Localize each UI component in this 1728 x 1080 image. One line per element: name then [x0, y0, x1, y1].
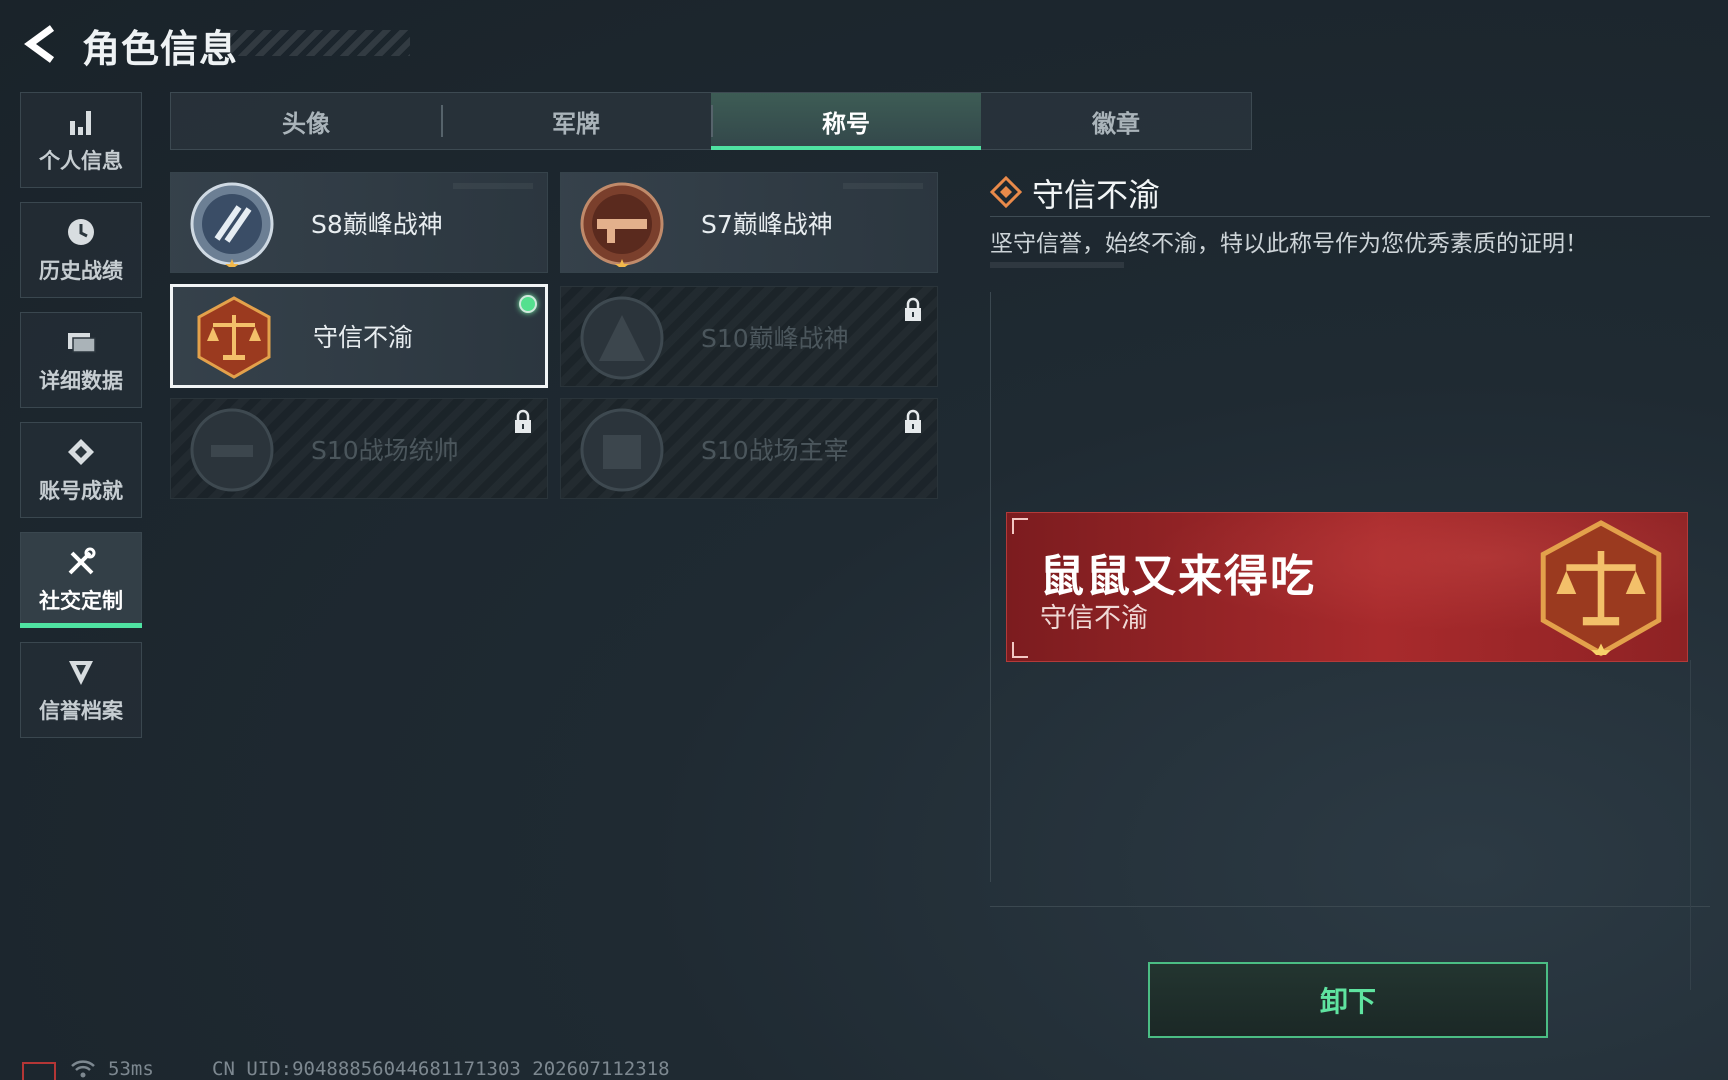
- tab-bar: 头像 军牌 称号 徽章: [170, 92, 1252, 150]
- title-card-trustworthy[interactable]: 守信不渝: [170, 284, 548, 388]
- medal-icon: [68, 439, 94, 465]
- sidebar-item-social-custom[interactable]: 社交定制: [20, 532, 142, 628]
- banner-corner-mark: [1012, 642, 1028, 658]
- tools-icon: [68, 547, 96, 575]
- wifi-icon: [71, 1060, 95, 1078]
- sidebar-item-detailed-data[interactable]: 详细数据: [20, 312, 142, 408]
- folder-icon: [68, 333, 96, 353]
- tab-title[interactable]: 称号: [711, 93, 981, 150]
- banner-player-name: 鼠鼠又来得吃: [1040, 551, 1316, 602]
- page-title: 角色信息: [82, 27, 239, 71]
- title-card-s10-peak[interactable]: S10巅峰战神: [560, 286, 938, 387]
- sidebar-item-label: 个人信息: [39, 149, 123, 173]
- lock-icon: [905, 297, 921, 321]
- sidebar-item-history[interactable]: 历史战绩: [20, 202, 142, 298]
- equipped-indicator: [519, 295, 537, 313]
- preview-frame-left: [990, 292, 991, 882]
- s10-commander-emblem-icon: [190, 408, 274, 492]
- user-uid: CN UID:9048885604468117130З 202607112318: [212, 1058, 670, 1080]
- title-diamond-icon: [990, 176, 1022, 208]
- sidebar-item-label: 详细数据: [39, 369, 123, 393]
- clock-icon: [68, 219, 94, 245]
- banner-corner-mark: [1012, 518, 1028, 534]
- tab-badge[interactable]: 徽章: [981, 93, 1251, 149]
- lock-icon: [905, 409, 921, 433]
- title-card-name: S10巅峰战神: [701, 323, 849, 353]
- title-decoration: [230, 30, 410, 56]
- sidebar-item-personal-info[interactable]: 个人信息: [20, 92, 142, 188]
- title-card-name: S8巅峰战神: [311, 209, 443, 239]
- bar-chart-icon: [70, 111, 91, 135]
- preview-frame-bottom: [990, 906, 1710, 907]
- detail-description: 坚守信誉，始终不渝，特以此称号作为您优秀素质的证明！: [990, 231, 1588, 257]
- card-decoration: [843, 183, 923, 189]
- title-card-name: 守信不渝: [313, 323, 414, 352]
- banner-title: 守信不渝: [1040, 603, 1148, 634]
- sidebar-active-indicator: [20, 623, 142, 628]
- scales-emblem-icon: [1540, 520, 1662, 657]
- sidebar-item-credit-record[interactable]: 信誉档案: [20, 642, 142, 738]
- preview-frame-right: [1690, 660, 1691, 990]
- s8-emblem-icon: [190, 182, 274, 267]
- shield-badge-icon: [69, 661, 93, 685]
- s10-peak-emblem-icon: [580, 296, 664, 380]
- tab-dog-tag[interactable]: 军牌: [441, 93, 711, 149]
- network-ping: 53ms: [108, 1058, 154, 1080]
- sidebar-item-label: 信誉档案: [39, 699, 123, 723]
- title-card-s7-peak[interactable]: S7巅峰战神: [560, 172, 938, 273]
- sidebar-item-label: 历史战绩: [39, 259, 123, 283]
- title-card-name: S7巅峰战神: [701, 209, 833, 239]
- s7-emblem-icon: [580, 182, 664, 267]
- back-arrow-icon[interactable]: [18, 22, 62, 66]
- sidebar-item-label: 账号成就: [39, 479, 123, 503]
- title-card-name: S10战场统帅: [311, 435, 459, 465]
- detail-decoration: [990, 262, 1124, 268]
- s10-dominator-emblem-icon: [580, 408, 664, 492]
- card-decoration: [453, 183, 533, 189]
- title-card-name: S10战场主宰: [701, 435, 849, 465]
- tab-avatar[interactable]: 头像: [171, 93, 441, 149]
- detail-divider: [990, 216, 1710, 217]
- sidebar-item-achievements[interactable]: 账号成就: [20, 422, 142, 518]
- device-status-icon: [22, 1062, 56, 1080]
- title-card-s10-dominator[interactable]: S10战场主宰: [560, 398, 938, 499]
- lock-icon: [515, 409, 531, 433]
- unequip-button[interactable]: 卸下: [1148, 962, 1548, 1038]
- detail-title: 守信不渝: [1032, 176, 1161, 214]
- title-card-s10-commander[interactable]: S10战场统帅: [170, 398, 548, 499]
- sidebar-item-label: 社交定制: [39, 589, 123, 613]
- scales-emblem-icon: [197, 296, 271, 379]
- title-card-s8-peak[interactable]: S8巅峰战神: [170, 172, 548, 273]
